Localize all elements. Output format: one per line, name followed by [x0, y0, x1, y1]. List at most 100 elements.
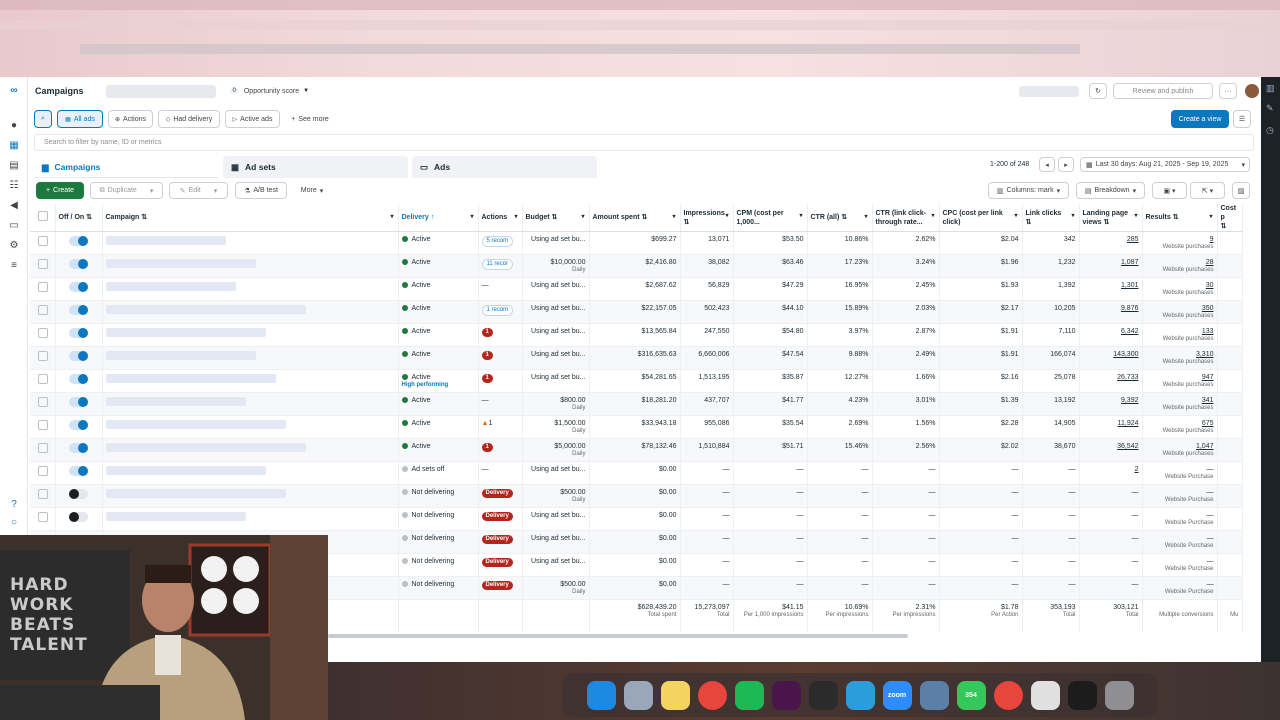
col-ctr-all[interactable]: CTR (all) ⇅ ▾	[807, 204, 873, 232]
chat-icon[interactable]: ○	[7, 517, 21, 529]
actions-cell[interactable]: —	[478, 277, 523, 301]
recommendation-badge[interactable]: 5 recom	[481, 236, 514, 247]
actions-cell[interactable]: Delivery	[478, 484, 523, 508]
on-off-toggle[interactable]	[68, 236, 88, 246]
issue-badge[interactable]: Delivery	[481, 535, 513, 544]
tab-adsets[interactable]: ▦ Ad sets	[223, 156, 408, 178]
row-select-cell[interactable]	[30, 438, 56, 462]
dock-zoom-icon[interactable]: zoom	[882, 680, 912, 710]
campaign-name-cell[interactable]	[102, 277, 399, 301]
row-select-cell[interactable]	[30, 254, 56, 278]
results-value[interactable]: 675	[1202, 420, 1214, 427]
budget-cell[interactable]: Using ad set bu...	[522, 323, 590, 347]
on-off-toggle[interactable]	[68, 512, 88, 522]
campaign-name-cell[interactable]	[102, 438, 399, 462]
landing-page-views-value[interactable]: —	[1132, 535, 1139, 542]
help-icon[interactable]: ?	[7, 499, 21, 511]
dock-monitor-icon[interactable]	[1067, 680, 1097, 710]
dock-notes-icon[interactable]	[660, 680, 690, 710]
landing-page-views-value[interactable]: 1,087	[1121, 259, 1139, 266]
col-cpm[interactable]: CPM (cost per 1,000... ▾	[733, 204, 808, 232]
col-actions[interactable]: Actions ▾	[478, 204, 523, 232]
results-cell[interactable]: — Website Purchase	[1142, 576, 1218, 600]
filter-settings-icon[interactable]: ☰	[1233, 110, 1251, 128]
results-value[interactable]: —	[1207, 535, 1214, 542]
on-off-toggle[interactable]	[68, 489, 88, 499]
export-icon[interactable]: ⇱ ▾	[1190, 182, 1225, 199]
blurred-campaign-name[interactable]	[105, 420, 286, 429]
landing-page-views-value[interactable]: 285	[1127, 236, 1139, 243]
campaign-name-cell[interactable]	[102, 323, 399, 347]
create-view-button[interactable]: Create a view	[1171, 110, 1229, 128]
col-cpc[interactable]: CPC (cost per link click) ▾	[939, 204, 1023, 232]
actions-cell[interactable]: Delivery	[478, 553, 523, 577]
table-row[interactable]: Active 5 recom Using ad set bu... $699.2…	[30, 231, 1243, 255]
budget-cell[interactable]: Using ad set bu...	[522, 346, 590, 370]
budget-cell[interactable]: $10,000.00 Daily	[522, 254, 590, 278]
on-off-toggle[interactable]	[68, 305, 88, 315]
actions-cell[interactable]: 11 recor	[478, 254, 523, 278]
results-cell[interactable]: 947 Website purchases	[1142, 369, 1218, 393]
blurred-campaign-name[interactable]	[105, 351, 256, 360]
actions-cell[interactable]: Delivery	[478, 530, 523, 554]
dock-trash-icon[interactable]	[1104, 680, 1134, 710]
columns-button[interactable]: ▥ Columns: mark ▾	[988, 182, 1069, 199]
col-cost-per-result[interactable]: Cost p ⇅	[1217, 204, 1243, 232]
results-cell[interactable]: — Website Purchase	[1142, 507, 1218, 531]
col-campaign[interactable]: Campaign ⇅ ▾	[102, 204, 399, 232]
row-select-cell[interactable]	[30, 323, 56, 347]
landing-page-views-value[interactable]: 6,342	[1121, 328, 1139, 335]
row-checkbox[interactable]	[38, 236, 48, 246]
budget-cell[interactable]: Using ad set bu...	[522, 277, 590, 301]
budget-cell[interactable]: Using ad set bu...	[522, 300, 590, 324]
row-checkbox[interactable]	[38, 351, 48, 361]
results-value[interactable]: 350	[1202, 305, 1214, 312]
dock-obs-icon[interactable]	[808, 680, 838, 710]
results-value[interactable]: 3,310	[1196, 351, 1214, 358]
toggle-cell[interactable]	[55, 484, 103, 508]
toggle-cell[interactable]	[55, 323, 103, 347]
on-off-toggle[interactable]	[68, 259, 88, 269]
review-publish-button[interactable]: Review and publish	[1113, 83, 1214, 99]
opportunity-score-label[interactable]: Opportunity score	[244, 88, 299, 95]
avatar[interactable]	[1245, 84, 1260, 98]
search-icon[interactable]: ⌕	[34, 110, 52, 128]
dock-chrome-icon[interactable]	[697, 680, 727, 710]
table-row[interactable]: Active 1 Using ad set bu... $13,565.84 2…	[30, 323, 1243, 347]
on-off-toggle[interactable]	[68, 351, 88, 361]
megaphone-icon[interactable]: ◀	[7, 200, 21, 212]
refresh-icon[interactable]: ↻	[1089, 83, 1108, 99]
recommendation-badge[interactable]: 1 recom	[481, 305, 514, 316]
results-cell[interactable]: 341 Website purchases	[1142, 392, 1218, 416]
actions-cell[interactable]: Delivery	[478, 507, 523, 531]
tab-ads[interactable]: ▭ Ads	[412, 156, 597, 178]
row-select-cell[interactable]	[30, 231, 56, 255]
recommendation-badge[interactable]: 11 recor	[481, 259, 514, 270]
landing-page-views-value[interactable]: 11,924	[1118, 420, 1139, 427]
row-checkbox[interactable]	[38, 443, 48, 453]
blurred-campaign-name[interactable]	[105, 466, 266, 475]
actions-cell[interactable]: —	[478, 461, 523, 485]
results-cell[interactable]: 350 Website purchases	[1142, 300, 1218, 324]
row-select-cell[interactable]	[30, 484, 56, 508]
budget-cell[interactable]: Using ad set bu...	[522, 461, 590, 485]
row-checkbox[interactable]	[38, 512, 48, 522]
landing-page-views-value[interactable]: 9,392	[1121, 397, 1139, 404]
row-checkbox[interactable]	[38, 259, 48, 269]
campaign-name-cell[interactable]	[102, 415, 399, 439]
table-row[interactable]: Active 11 recor $10,000.00 Daily $2,416.8…	[30, 254, 1243, 278]
campaign-name-cell[interactable]	[102, 300, 399, 324]
tab-campaigns[interactable]: ▆ Campaigns	[34, 156, 219, 178]
results-cell[interactable]: 133 Website purchases	[1142, 323, 1218, 347]
row-select-cell[interactable]	[30, 346, 56, 370]
row-checkbox[interactable]	[38, 397, 48, 407]
row-select-cell[interactable]	[30, 277, 56, 301]
issue-badge[interactable]: 1	[481, 374, 493, 383]
issue-badge[interactable]: Delivery	[481, 512, 513, 521]
landing-page-views-value[interactable]: 2	[1135, 466, 1139, 473]
create-button[interactable]: + Create	[36, 182, 84, 199]
dock-app-icon[interactable]	[919, 680, 949, 710]
landing-page-views-value[interactable]: 1,301	[1121, 282, 1139, 289]
chart-bar-icon[interactable]: ▥	[1266, 83, 1275, 94]
notifications-icon[interactable]: ●	[7, 120, 21, 132]
